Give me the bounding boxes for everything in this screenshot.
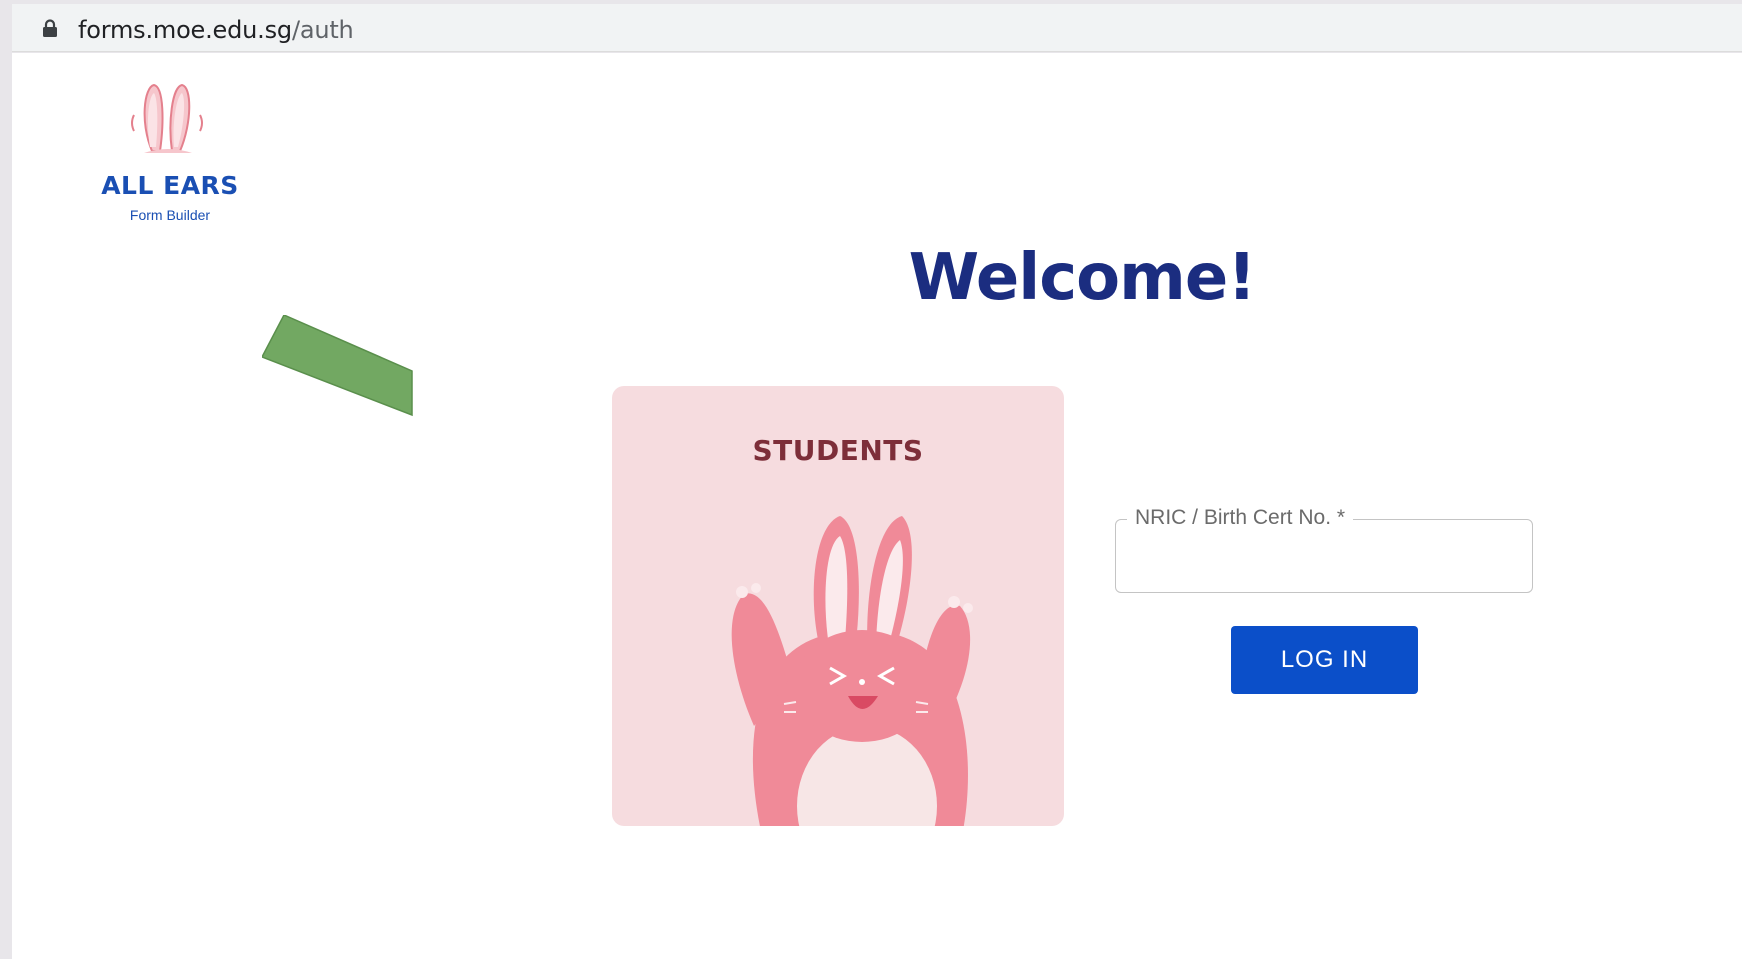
card-label: STUDENTS xyxy=(752,434,924,467)
browser-address-bar[interactable]: forms.moe.edu.sg/auth xyxy=(12,4,1742,52)
page-title: Welcome! xyxy=(908,241,1257,315)
login-button[interactable]: LOG IN xyxy=(1231,626,1418,694)
nric-field[interactable] xyxy=(1115,519,1533,593)
lock-icon xyxy=(43,19,57,37)
page-content: ALL EARS Form Builder Welcome! STUDENTS xyxy=(12,53,1742,959)
nric-input[interactable] xyxy=(1116,520,1532,592)
nric-field-label: NRIC / Birth Cert No. * xyxy=(1127,506,1354,530)
annotation-arrow-icon xyxy=(262,315,413,417)
url-text[interactable]: forms.moe.edu.sg/auth xyxy=(78,16,354,44)
students-card[interactable]: STUDENTS xyxy=(612,386,1064,826)
logo-subtitle: Form Builder xyxy=(129,207,211,223)
url-domain: forms.moe.edu.sg xyxy=(78,16,292,44)
url-path: /auth xyxy=(291,16,354,44)
logo-title: ALL EARS xyxy=(101,171,239,200)
cheering-bunny-icon xyxy=(731,516,973,826)
